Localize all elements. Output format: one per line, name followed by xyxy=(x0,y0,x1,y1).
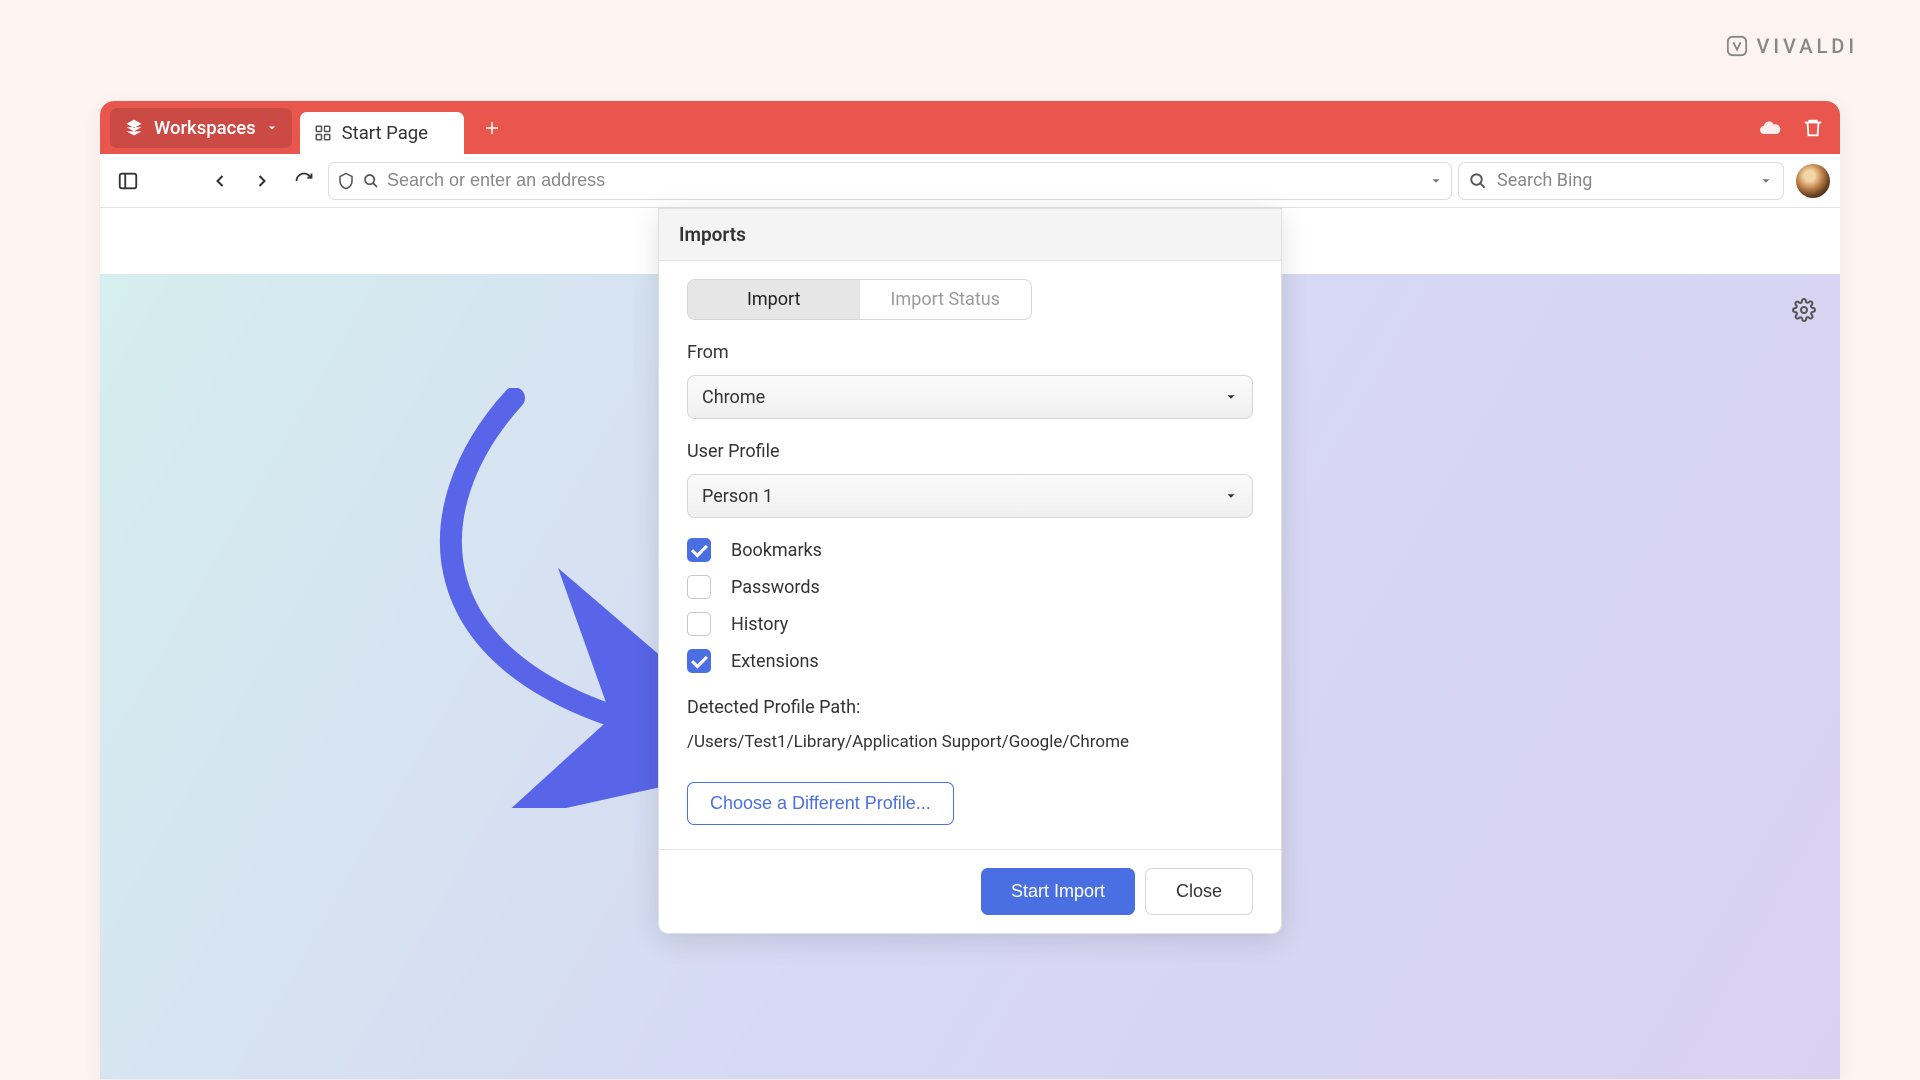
dialog-body: Import Import Status From Chrome User Pr… xyxy=(659,261,1281,849)
start-import-button[interactable]: Start Import xyxy=(981,868,1135,915)
chevron-down-icon xyxy=(1224,390,1238,404)
workspaces-icon xyxy=(124,118,144,138)
chevron-down-icon[interactable] xyxy=(1429,174,1443,188)
brand-text: VIVALDI xyxy=(1756,34,1858,58)
detected-path-label: Detected Profile Path: xyxy=(687,697,1253,718)
search-icon xyxy=(363,173,379,189)
address-bar[interactable] xyxy=(328,162,1452,200)
user-profile-label: User Profile xyxy=(687,441,1253,462)
chevron-down-icon xyxy=(1224,489,1238,503)
tab-label: Start Page xyxy=(342,122,428,144)
user-profile-value: Person 1 xyxy=(702,486,773,507)
user-profile-select[interactable]: Person 1 xyxy=(687,474,1253,518)
search-engine-icon xyxy=(1469,172,1487,190)
checkbox-icon xyxy=(687,612,711,636)
brand-mark: VIVALDI xyxy=(1726,34,1858,58)
checkbox-bookmarks[interactable]: Bookmarks xyxy=(687,538,1253,562)
checkbox-passwords[interactable]: Passwords xyxy=(687,575,1253,599)
from-select[interactable]: Chrome xyxy=(687,375,1253,419)
workspaces-label: Workspaces xyxy=(154,117,256,139)
chevron-down-icon xyxy=(266,122,278,134)
tab-import[interactable]: Import xyxy=(688,280,860,319)
close-button[interactable]: Close xyxy=(1145,868,1253,915)
choose-profile-button[interactable]: Choose a Different Profile... xyxy=(687,782,954,825)
checkbox-icon xyxy=(687,649,711,673)
search-field[interactable]: Search Bing xyxy=(1458,162,1784,200)
reload-icon xyxy=(294,171,314,191)
chevron-down-icon[interactable] xyxy=(1759,174,1773,188)
checkbox-label: Extensions xyxy=(731,651,819,672)
tab-start-page[interactable]: Start Page xyxy=(300,112,464,155)
dialog-title: Imports xyxy=(659,209,1281,261)
reload-button[interactable] xyxy=(286,163,322,199)
import-options-list: Bookmarks Passwords History Extensions xyxy=(687,538,1253,673)
forward-button[interactable] xyxy=(244,163,280,199)
from-label: From xyxy=(687,342,1253,363)
chevron-right-icon xyxy=(252,171,272,191)
imports-dialog: Imports Import Import Status From Chrome… xyxy=(658,208,1282,934)
checkbox-extensions[interactable]: Extensions xyxy=(687,649,1253,673)
panel-toggle-button[interactable] xyxy=(110,163,146,199)
checkbox-label: Passwords xyxy=(731,577,820,598)
shield-icon xyxy=(337,172,355,190)
tab-bar-right xyxy=(1758,116,1840,140)
checkbox-icon xyxy=(687,575,711,599)
plus-icon xyxy=(483,119,501,137)
sync-cloud-icon[interactable] xyxy=(1758,116,1782,140)
speed-dial-icon xyxy=(314,124,332,142)
page-settings-button[interactable] xyxy=(1792,298,1816,326)
tab-import-status[interactable]: Import Status xyxy=(860,280,1032,319)
detected-path-value: /Users/Test1/Library/Application Support… xyxy=(687,732,1253,752)
from-value: Chrome xyxy=(702,387,765,408)
chevron-left-icon xyxy=(210,171,230,191)
address-input[interactable] xyxy=(387,170,1421,191)
checkbox-label: Bookmarks xyxy=(731,540,822,561)
workspaces-button[interactable]: Workspaces xyxy=(110,108,292,148)
trash-icon[interactable] xyxy=(1802,117,1824,139)
dialog-footer: Start Import Close xyxy=(659,849,1281,933)
content-area: Imports Import Import Status From Chrome… xyxy=(100,208,1840,1079)
tab-bar: Workspaces Start Page xyxy=(100,101,1840,154)
vivaldi-logo-icon xyxy=(1726,35,1748,57)
checkbox-history[interactable]: History xyxy=(687,612,1253,636)
checkbox-icon xyxy=(687,538,711,562)
browser-window: Workspaces Start Page xyxy=(100,101,1840,1079)
toolbar: Search Bing xyxy=(100,154,1840,208)
new-tab-button[interactable] xyxy=(472,108,512,148)
panel-icon xyxy=(117,170,139,192)
import-tab-switch: Import Import Status xyxy=(687,279,1032,320)
search-placeholder: Search Bing xyxy=(1497,170,1749,191)
checkbox-label: History xyxy=(731,614,788,635)
profile-avatar[interactable] xyxy=(1796,164,1830,198)
back-button[interactable] xyxy=(202,163,238,199)
gear-icon xyxy=(1792,298,1816,322)
